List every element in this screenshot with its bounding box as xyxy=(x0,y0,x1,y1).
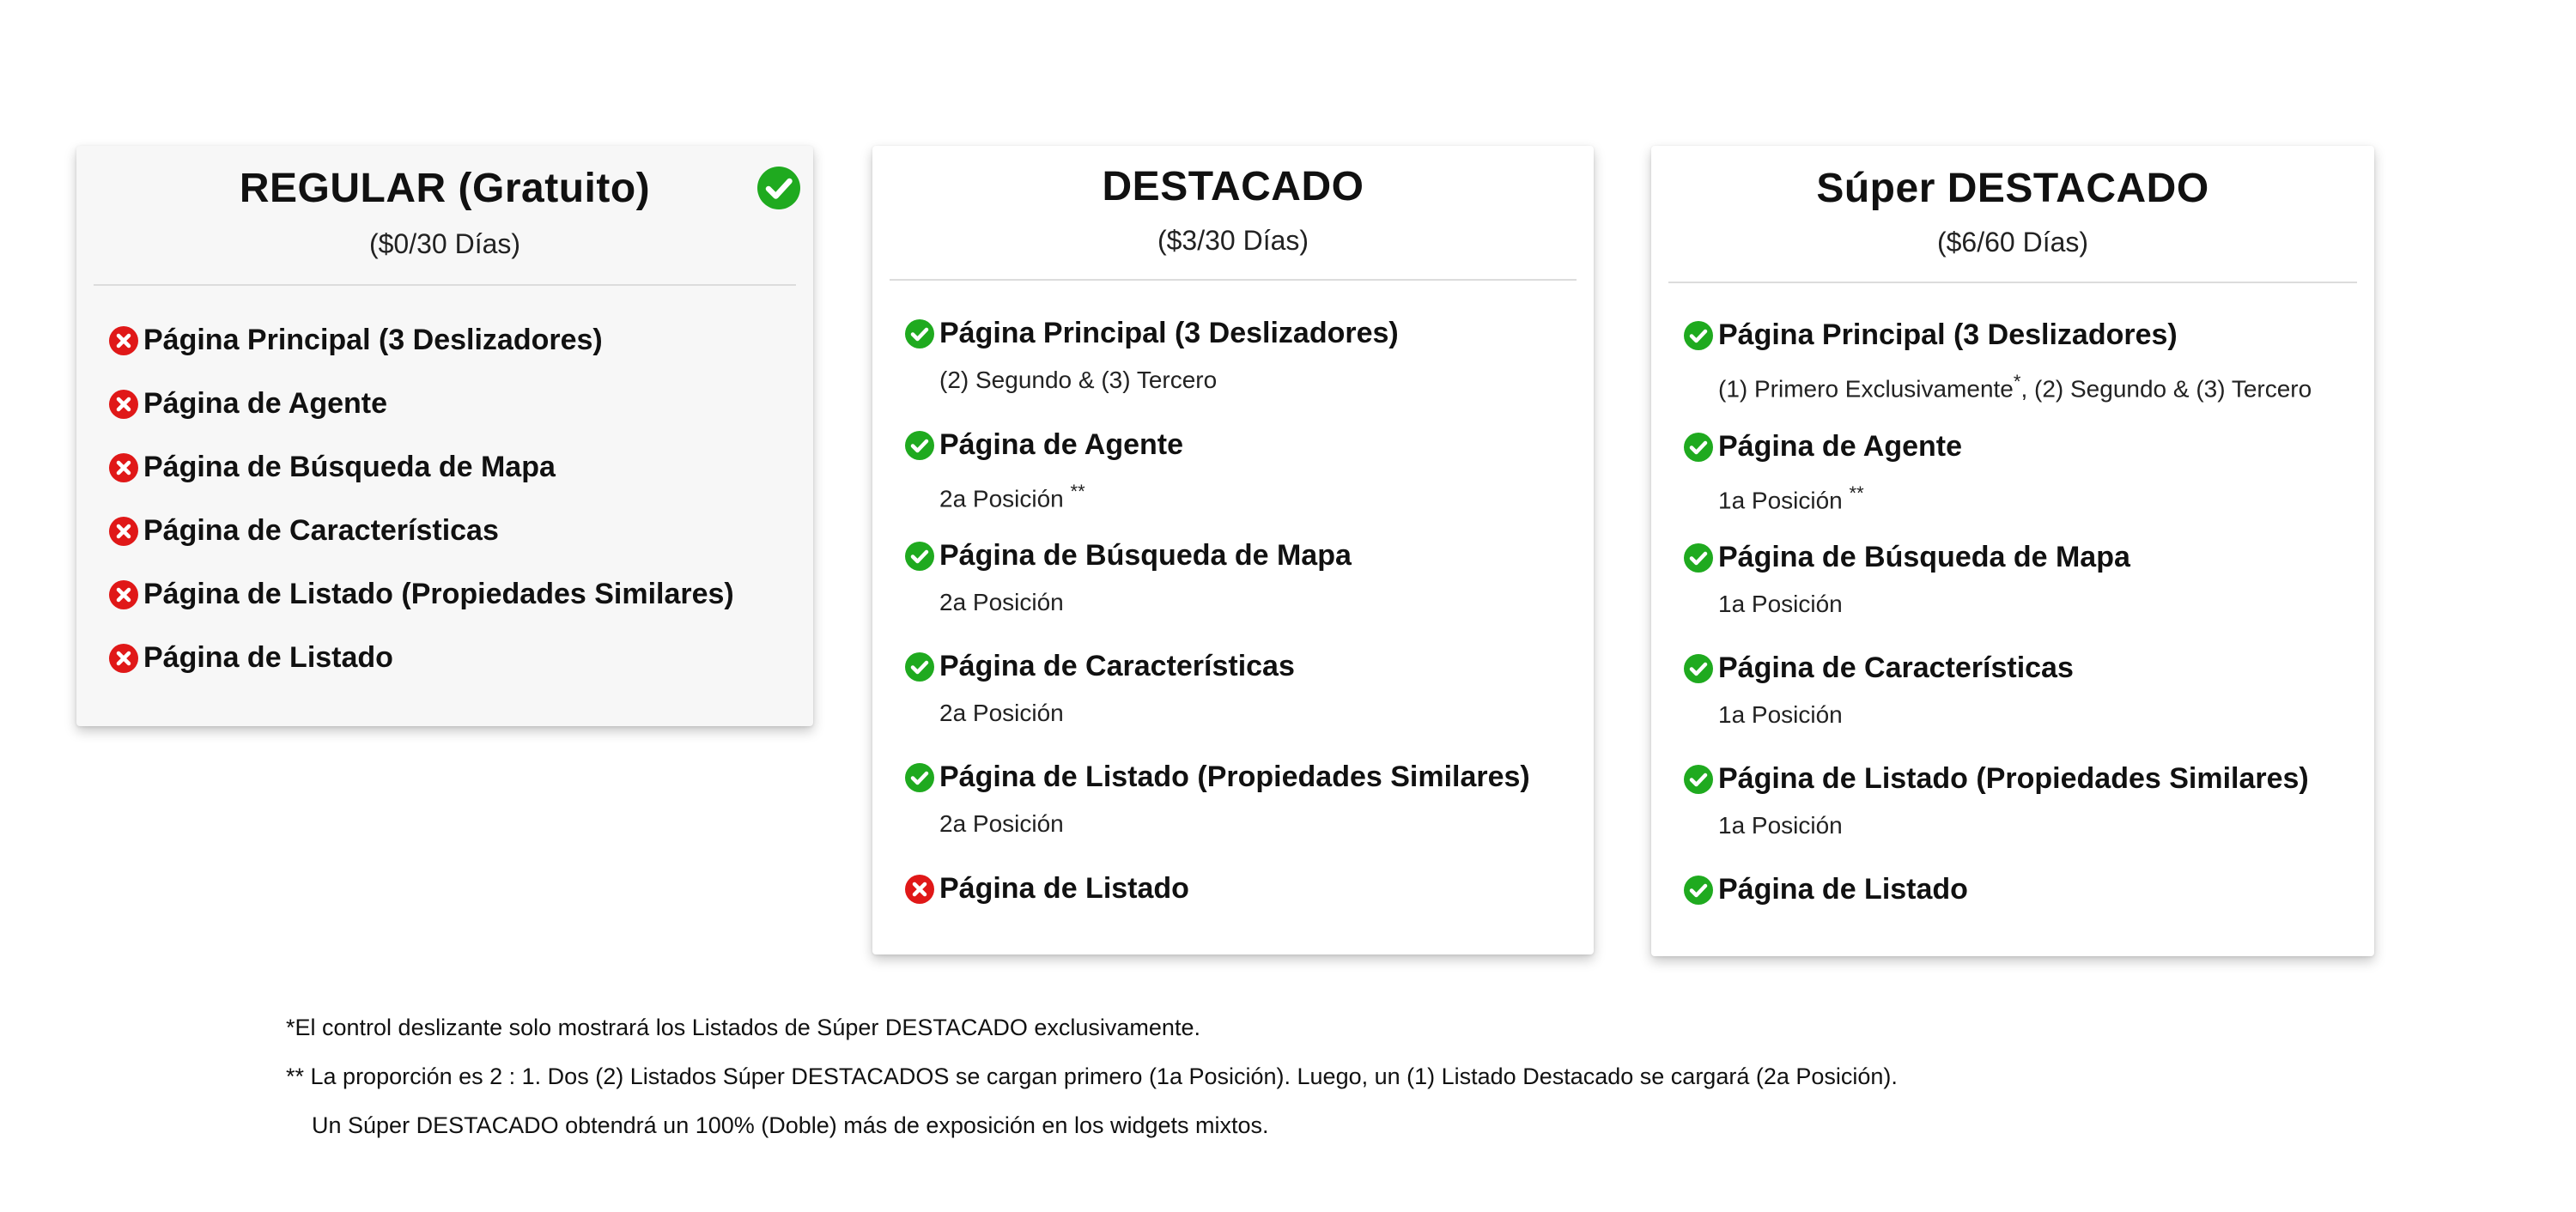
check-circle-icon xyxy=(905,319,934,348)
detail-text: (1) Primero Exclusivamente xyxy=(1718,375,2014,403)
feature-detail: 2a Posición ** xyxy=(939,477,1085,513)
plan-title: Súper DESTACADO xyxy=(1816,166,2209,211)
check-circle-icon xyxy=(1684,654,1713,683)
feature-item: Página de Búsqueda de Mapa xyxy=(76,450,813,484)
check-circle-icon xyxy=(757,167,800,209)
check-circle-icon xyxy=(905,652,934,682)
feature-label: Página de Agente xyxy=(143,387,388,420)
feature-item: Página de Listado xyxy=(1651,872,2374,906)
feature-detail: 2a Posición xyxy=(939,589,1064,615)
footnote: *El control deslizante solo mostrará los… xyxy=(286,1015,1200,1040)
check-circle-icon xyxy=(1684,876,1713,905)
x-circle-icon xyxy=(109,644,138,673)
feature-item: Página de Características 2a Posición xyxy=(872,649,1594,726)
check-circle-icon xyxy=(905,431,934,460)
plan-price: ($3/30 Días) xyxy=(1157,225,1309,256)
feature-item: Página de Agente 2a Posición ** xyxy=(872,427,1594,512)
feature-item: Página de Características 1a Posición xyxy=(1651,651,2374,728)
feature-detail: (1) Primero Exclusivamente*, (2) Segundo… xyxy=(1718,367,2312,403)
divider xyxy=(890,279,1577,281)
footnote: Un Súper DESTACADO obtendrá un 100% (Dob… xyxy=(312,1112,1269,1138)
feature-label: Página de Búsqueda de Mapa xyxy=(1718,541,2130,573)
feature-label: Página de Características xyxy=(939,650,1295,682)
feature-detail: 1a Posición ** xyxy=(1718,479,1864,515)
feature-detail: 1a Posición xyxy=(1718,701,1843,728)
feature-item: Página de Agente xyxy=(76,386,813,421)
feature-item: Página de Listado xyxy=(872,871,1594,906)
plan-title: DESTACADO xyxy=(1102,164,1364,209)
feature-item: Página de Listado xyxy=(76,640,813,675)
feature-label: Página de Listado xyxy=(143,641,393,674)
plan-price: ($6/60 Días) xyxy=(1936,227,2089,258)
feature-detail: (2) Segundo & (3) Tercero xyxy=(939,367,1218,393)
check-circle-icon xyxy=(1684,765,1713,794)
detail-text: 2a Posición xyxy=(939,485,1064,512)
feature-item: Página de Búsqueda de Mapa 2a Posición xyxy=(872,538,1594,615)
feature-label: Página Principal (3 Deslizadores) xyxy=(1718,318,2178,351)
check-circle-icon xyxy=(1684,543,1713,573)
feature-label: Página de Agente xyxy=(1718,430,1963,463)
check-circle-icon xyxy=(1684,321,1713,350)
x-circle-icon xyxy=(109,390,138,419)
feature-detail: 2a Posición xyxy=(939,810,1064,837)
feature-label: Página de Listado xyxy=(939,872,1189,905)
feature-label: Página de Listado xyxy=(1718,873,1968,906)
check-circle-icon xyxy=(1684,433,1713,462)
plan-price: ($0/30 Días) xyxy=(368,228,521,259)
x-circle-icon xyxy=(109,453,138,482)
feature-item: Página Principal (3 Deslizadores) (1) Pr… xyxy=(1651,318,2374,402)
feature-label: Página de Listado (Propiedades Similares… xyxy=(1718,762,2309,795)
feature-label: Página Principal (3 Deslizadores) xyxy=(143,324,603,356)
feature-label: Página de Agente xyxy=(939,428,1184,461)
feature-item: Página de Búsqueda de Mapa 1a Posición xyxy=(1651,540,2374,617)
feature-label: Página de Listado (Propiedades Similares… xyxy=(939,761,1530,793)
plan-title: REGULAR (Gratuito) xyxy=(239,166,651,211)
detail-text: 1a Posición xyxy=(1718,487,1843,514)
feature-label: Página de Listado (Propiedades Similares… xyxy=(143,578,734,610)
check-circle-icon xyxy=(905,763,934,792)
x-circle-icon xyxy=(109,580,138,609)
footnote-marker: ** xyxy=(1070,481,1085,502)
feature-label: Página de Características xyxy=(1718,651,2074,684)
feature-label: Página de Características xyxy=(143,514,499,547)
feature-item: Página de Agente 1a Posición ** xyxy=(1651,429,2374,513)
feature-detail: 2a Posición xyxy=(939,700,1064,726)
feature-detail: 1a Posición xyxy=(1718,812,1843,839)
x-circle-icon xyxy=(109,517,138,546)
footnote: ** La proporción es 2 : 1. Dos (2) Lista… xyxy=(286,1064,1898,1089)
feature-item: Página Principal (3 Deslizadores) (2) Se… xyxy=(872,316,1594,393)
feature-item: Página de Características xyxy=(76,513,813,548)
feature-label: Página Principal (3 Deslizadores) xyxy=(939,317,1399,349)
feature-label: Página de Búsqueda de Mapa xyxy=(143,451,556,483)
divider xyxy=(1668,282,2357,283)
feature-label: Página de Búsqueda de Mapa xyxy=(939,539,1352,572)
feature-detail: 1a Posición xyxy=(1718,591,1843,617)
feature-item: Página de Listado (Propiedades Similares… xyxy=(76,577,813,611)
detail-text: , (2) Segundo & (3) Tercero xyxy=(2020,375,2312,403)
plan-card-regular[interactable]: REGULAR (Gratuito) ($0/30 Días) Página P… xyxy=(76,146,813,726)
plan-card-super-destacado[interactable]: Súper DESTACADO ($6/60 Días) Página Prin… xyxy=(1651,146,2374,956)
footnotes: *El control deslizante solo mostrará los… xyxy=(286,1013,2347,1160)
check-circle-icon xyxy=(905,542,934,571)
divider xyxy=(94,284,796,286)
x-circle-icon xyxy=(905,875,934,904)
footnote-marker: ** xyxy=(1849,482,1864,504)
x-circle-icon xyxy=(109,326,138,355)
feature-item: Página Principal (3 Deslizadores) xyxy=(76,323,813,357)
plan-card-destacado[interactable]: DESTACADO ($3/30 Días) Página Principal … xyxy=(872,146,1594,954)
feature-item: Página de Listado (Propiedades Similares… xyxy=(1651,761,2374,839)
feature-item: Página de Listado (Propiedades Similares… xyxy=(872,760,1594,837)
